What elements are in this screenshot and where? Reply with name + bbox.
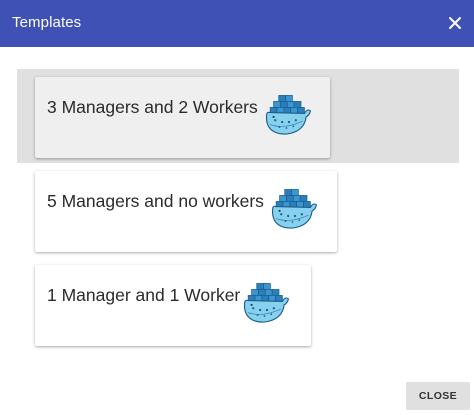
dialog-title: Templates [12, 14, 82, 31]
template-card-3-managers-2-workers[interactable]: 3 Managers and 2 Workers [35, 77, 330, 158]
docker-whale-icon [265, 93, 313, 139]
docker-whale-icon [243, 281, 291, 327]
template-list: 3 Managers and 2 Workers 5 Managers and … [0, 47, 474, 367]
templates-dialog: Templates 3 Managers and 2 Workers 5 Man… [0, 0, 474, 415]
template-label: 5 Managers and no workers [47, 191, 264, 211]
template-card-1-manager-1-worker[interactable]: 1 Manager and 1 Worker [35, 265, 311, 346]
docker-whale-icon [271, 187, 319, 233]
template-card-5-managers-no-workers[interactable]: 5 Managers and no workers [35, 171, 337, 252]
close-icon[interactable] [444, 12, 466, 34]
template-label: 3 Managers and 2 Workers [47, 97, 258, 117]
template-label: 1 Manager and 1 Worker [47, 285, 241, 305]
dialog-header: Templates [0, 0, 474, 47]
close-button[interactable]: CLOSE [406, 382, 470, 410]
